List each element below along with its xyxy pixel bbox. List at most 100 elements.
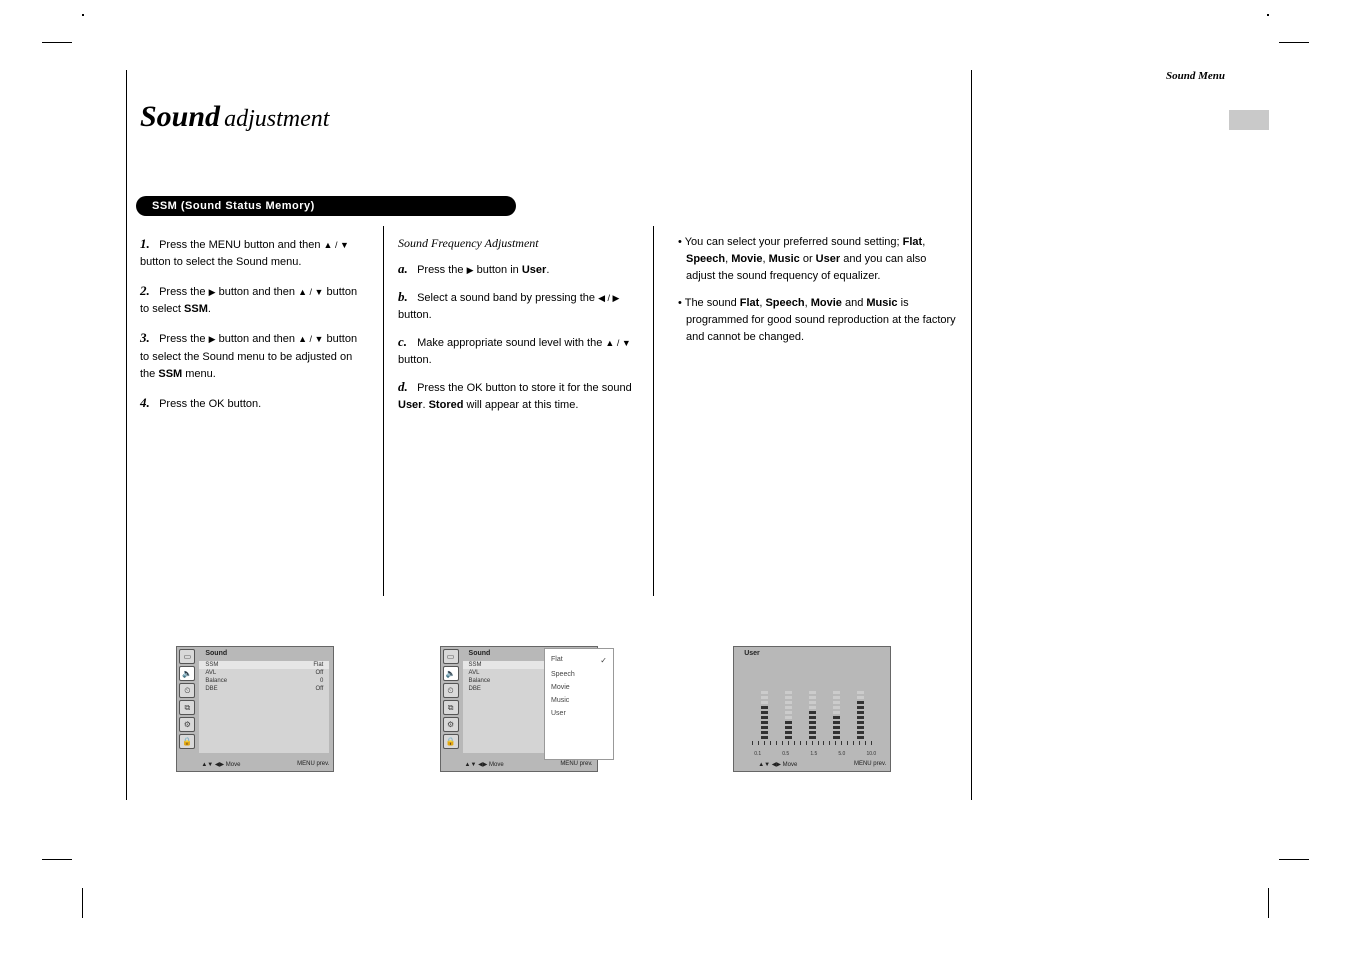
section-title: Sound Menu	[1166, 70, 1225, 82]
right-icon: ▶	[209, 286, 216, 300]
right-icon: ▶	[467, 264, 474, 278]
osd-row-avl: AVLOff	[199, 669, 329, 677]
screen-icon: ⚙	[443, 717, 459, 732]
osd-cell-1: Sound ▭ 🔈 ⏲ ⧉ ⚙ 🔒 SSMFlat AVLOff Balance…	[126, 640, 384, 800]
text: will appear at this time.	[467, 399, 579, 411]
text: button in	[477, 264, 522, 276]
eq-bar	[758, 681, 770, 741]
osd-footer: ▲▼ ◀▶ Move MENU prev.	[465, 761, 593, 768]
crop-mark	[82, 14, 84, 16]
eq-band-labels: 0.1 0.5 1.5 5.0 10.0	[754, 751, 876, 757]
eq-band-label: 10.0	[866, 751, 876, 757]
side-tab	[1229, 110, 1269, 130]
text: Press the	[417, 264, 467, 276]
updown-icon: ▲ / ▼	[298, 333, 323, 347]
text: button.	[398, 309, 432, 321]
text: button and then	[219, 286, 299, 298]
eq-band-label: 1.5	[810, 751, 817, 757]
note-bullet-2: • The sound Flat, Speech, Movie and Musi…	[678, 295, 958, 346]
submenu-item: Music	[547, 694, 611, 707]
time-icon: ⏲	[443, 683, 459, 698]
step-4: 4. Press the OK button.	[140, 393, 369, 413]
text: Press the	[159, 286, 209, 298]
bold: Flat	[903, 236, 923, 248]
bold: Flat	[740, 297, 760, 309]
ssm-submenu-popup: Flat✓SpeechMovieMusicUser	[544, 648, 614, 760]
step-a: a. Press the ▶ button in User.	[398, 259, 639, 279]
eq-band-label: 0.1	[754, 751, 761, 757]
submenu-item: Movie	[547, 681, 611, 694]
bold-user: User	[522, 264, 546, 276]
osd-menu-sound: Sound ▭ 🔈 ⏲ ⧉ ⚙ 🔒 SSMFlat AVLOff Balance…	[176, 646, 334, 772]
bold-ssm: SSM	[158, 368, 182, 380]
bold-stored: Stored	[429, 399, 464, 411]
submenu-item: Flat✓	[547, 653, 611, 668]
user-subtitle: Sound Frequency Adjustment	[398, 234, 639, 253]
special-icon: ⧉	[443, 700, 459, 715]
osd-cell-3: User 0.1 0.5 1.5 5.0 10.0 ▲▼ ◀▶ Move MENU pr…	[653, 640, 971, 800]
bold-ssm: SSM	[184, 303, 208, 315]
text: Press the OK button.	[159, 398, 261, 410]
bold: User	[816, 253, 840, 265]
eq-bar	[830, 681, 842, 741]
eq-band-label: 0.5	[782, 751, 789, 757]
osd-title: Sound	[469, 650, 491, 657]
eq-bar	[806, 681, 818, 741]
time-icon: ⏲	[179, 683, 195, 698]
eq-bars	[752, 665, 872, 741]
bold: Speech	[765, 297, 804, 309]
special-icon: ⧉	[179, 700, 195, 715]
text: Select a sound band by pressing the	[417, 292, 598, 304]
updown-icon: ▲ / ▼	[324, 239, 349, 253]
section-pill: SSM (Sound Status Memory)	[136, 196, 516, 216]
note-bullet-1: • You can select your preferred sound se…	[678, 234, 958, 285]
sound-icon: 🔈	[443, 666, 459, 681]
osd-footer: ▲▼ ◀▶ Move MENU prev.	[201, 761, 329, 768]
step-b: b. Select a sound band by pressing the ◀…	[398, 287, 639, 324]
text: Press the OK button to store it for the …	[417, 382, 632, 394]
osd-body: SSMFlat AVLOff Balance0 DBEOff	[199, 661, 329, 753]
osd-row-ssm: SSMFlat	[199, 661, 329, 669]
screen-icon: ⚙	[179, 717, 195, 732]
eq-scale	[752, 741, 872, 749]
bold: Movie	[731, 253, 762, 265]
columns: 1. Press the MENU button and then ▲ / ▼ …	[126, 226, 972, 596]
eq-footer: ▲▼ ◀▶ Move MENU prev.	[758, 761, 886, 768]
bold: Speech	[686, 253, 725, 265]
step-3: 3. Press the ▶ button and then ▲ / ▼ but…	[140, 328, 369, 382]
page: Sound adjustment Sound Menu SSM (Sound S…	[0, 0, 1351, 954]
updown-icon: ▲ / ▼	[298, 286, 323, 300]
crop-mark	[42, 859, 72, 860]
eq-bar	[854, 681, 866, 741]
text: Press the MENU button and then	[159, 239, 323, 251]
crop-mark	[42, 42, 72, 43]
step-1: 1. Press the MENU button and then ▲ / ▼ …	[140, 234, 369, 271]
bold: Music	[866, 297, 897, 309]
updown-icon: ▲ / ▼	[605, 337, 630, 351]
osd-equalizer: User 0.1 0.5 1.5 5.0 10.0 ▲▼ ◀▶ Move MENU pr…	[733, 646, 891, 772]
sound-icon: 🔈	[179, 666, 195, 681]
eq-title: User	[744, 650, 760, 657]
lock-icon: 🔒	[179, 734, 195, 749]
eq-band-label: 5.0	[838, 751, 845, 757]
picture-icon: ▭	[443, 649, 459, 664]
right-icon: ▶	[209, 333, 216, 347]
lock-icon: 🔒	[443, 734, 459, 749]
text: button.	[398, 354, 432, 366]
osd-row-dbe: DBEOff	[199, 685, 329, 693]
text: The sound	[685, 297, 740, 309]
crop-mark	[1279, 42, 1309, 43]
column-notes: • You can select your preferred sound se…	[654, 226, 972, 596]
osd-row-balance: Balance0	[199, 677, 329, 685]
text: menu.	[185, 368, 216, 380]
bold-user: User	[398, 399, 422, 411]
picture-icon: ▭	[179, 649, 195, 664]
osd-sidebar-icons: ▭ 🔈 ⏲ ⧉ ⚙ 🔒	[443, 649, 461, 751]
osd-title: Sound	[205, 650, 227, 657]
crop-mark	[1268, 888, 1269, 918]
crop-mark	[1267, 14, 1269, 16]
submenu-item: User	[547, 707, 611, 720]
step-c: c. Make appropriate sound level with the…	[398, 332, 639, 369]
text: Make appropriate sound level with the	[417, 337, 605, 349]
submenu-item: Speech	[547, 668, 611, 681]
